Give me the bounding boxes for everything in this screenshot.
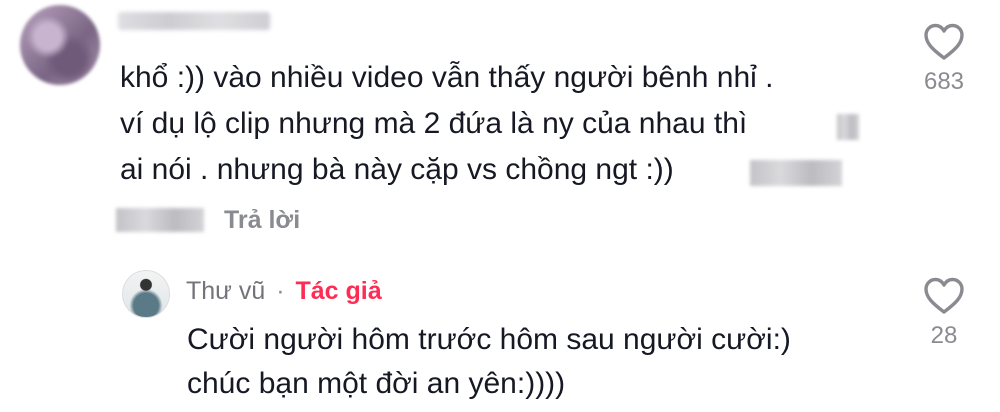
comment-date-redacted bbox=[116, 208, 204, 232]
comment-text-line: ví dụ lộ clip nhưng mà 2 đứa là ny của n… bbox=[120, 107, 748, 140]
reply-like-button[interactable]: 28 bbox=[912, 276, 976, 350]
reply-button[interactable]: Trả lời bbox=[224, 206, 300, 235]
author-badge: Tác giả bbox=[295, 277, 382, 305]
reply-author-name[interactable]: Thư vũ bbox=[186, 277, 265, 305]
redacted-text bbox=[837, 114, 859, 140]
separator-dot: · bbox=[276, 277, 285, 305]
like-count: 28 bbox=[930, 322, 958, 349]
reply-author-line: Thư vũ · Tác giả bbox=[186, 277, 382, 306]
heart-outline-icon[interactable] bbox=[922, 276, 966, 316]
comment-text-line: khổ :)) vào nhiều video vẫn thấy người b… bbox=[120, 61, 774, 94]
reply-text-line: chúc bạn một đời an yên:)))) bbox=[187, 367, 566, 400]
like-count: 683 bbox=[923, 68, 965, 95]
commenter-name-redacted[interactable] bbox=[118, 12, 270, 30]
redacted-text bbox=[750, 160, 842, 186]
comment-like-button[interactable]: 683 bbox=[912, 22, 976, 96]
reply-author-avatar[interactable] bbox=[122, 270, 170, 318]
heart-outline-icon[interactable] bbox=[922, 22, 966, 62]
commenter-avatar[interactable] bbox=[20, 5, 100, 85]
comment-text-line: ai nói . nhưng bà này cặp vs chồng ngt :… bbox=[120, 153, 674, 186]
reply-text-line: Cười người hôm trước hôm sau người cười:… bbox=[187, 323, 791, 356]
